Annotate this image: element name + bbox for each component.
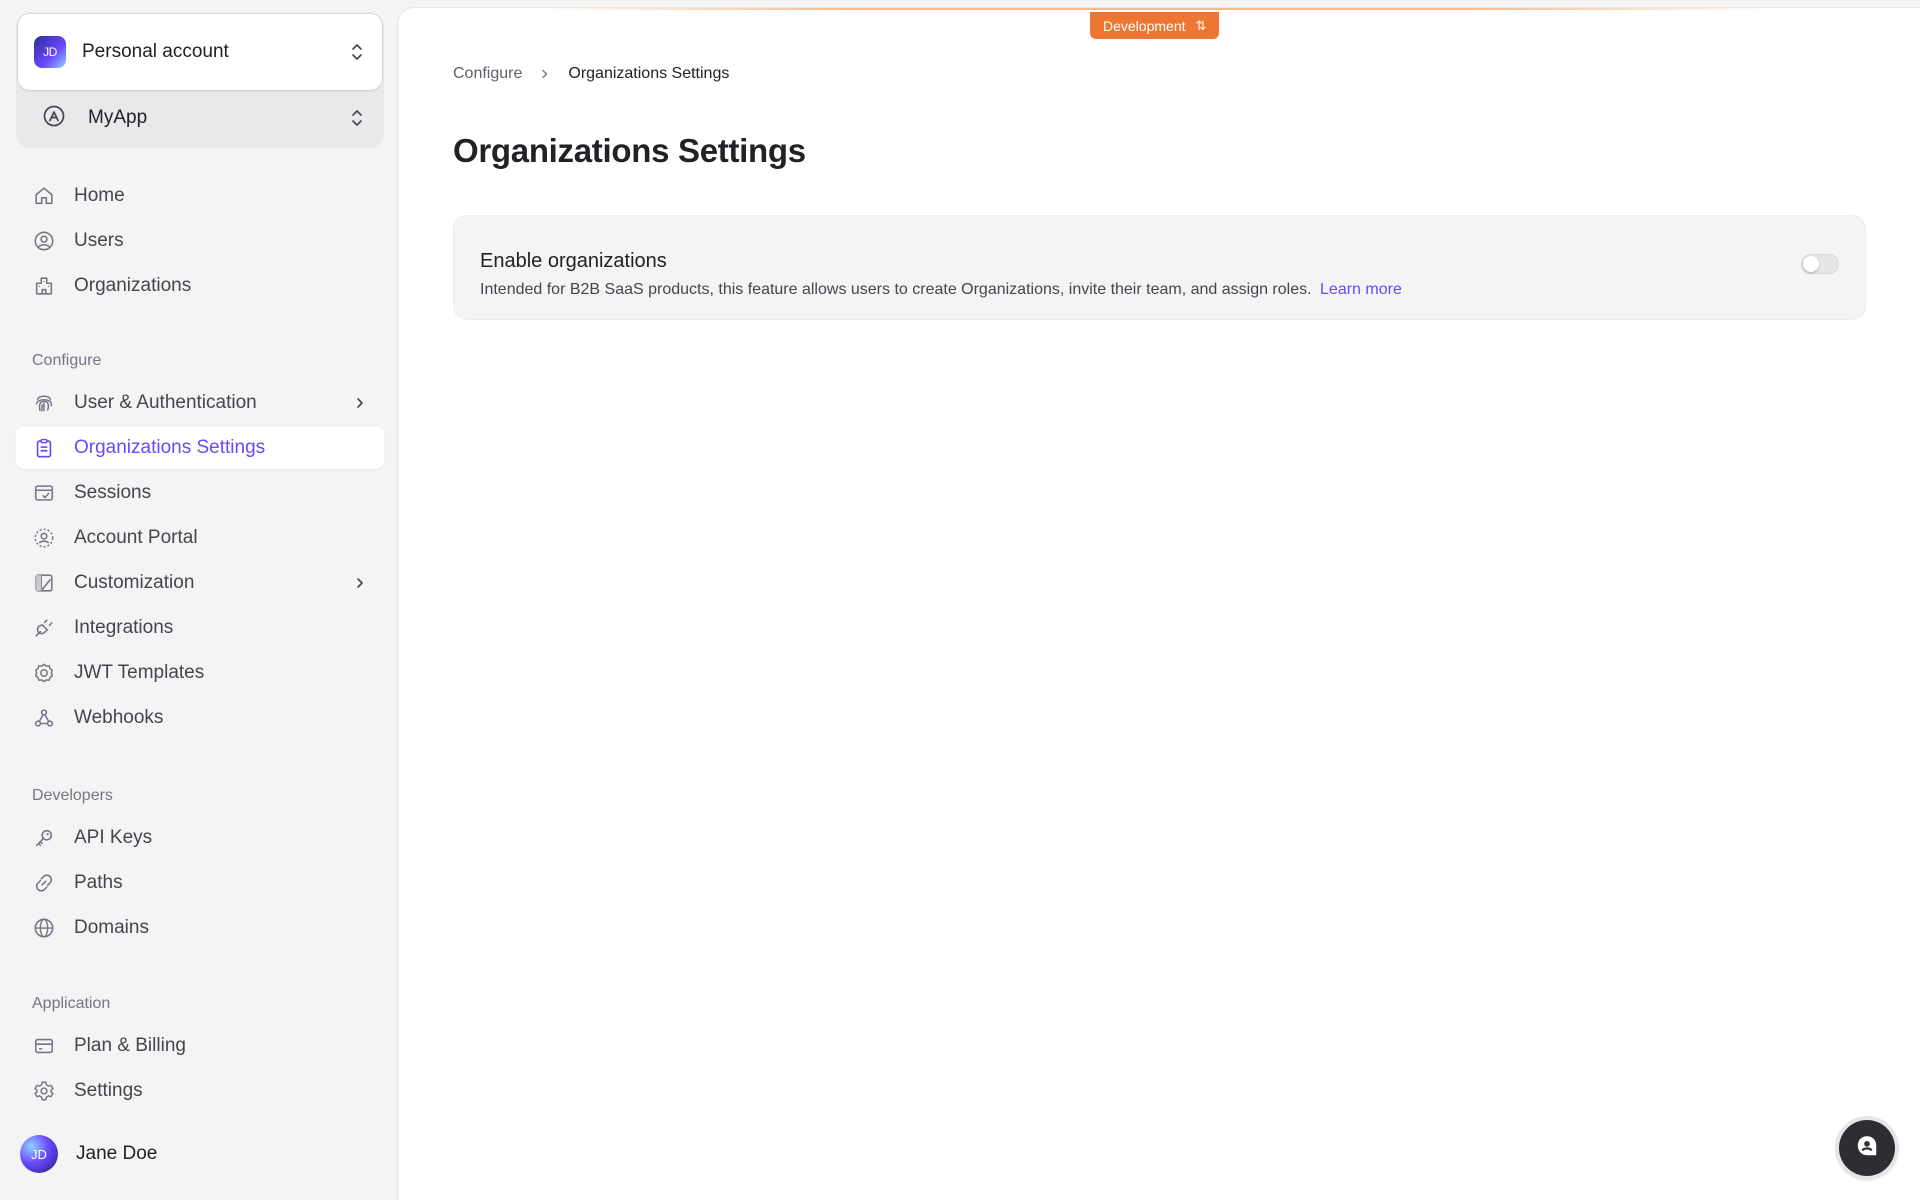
support-chat-icon (1854, 1133, 1880, 1164)
key-icon (32, 826, 56, 850)
sidebar-item-plan-billing[interactable]: Plan & Billing (16, 1025, 384, 1067)
sidebar-item-api-keys[interactable]: API Keys (16, 817, 384, 859)
avatar: JD (20, 1135, 58, 1173)
setting-card-enable-organizations: Enable organizations Intended for B2B Sa… (453, 215, 1866, 320)
plug-icon (32, 616, 56, 640)
sidebar-item-label: User & Authentication (74, 392, 257, 413)
user-menu[interactable]: JD Jane Doe (20, 1134, 157, 1174)
sidebar-item-label: Settings (74, 1080, 143, 1101)
sessions-icon (32, 481, 56, 505)
fingerprint-icon (32, 391, 56, 415)
sidebar-item-label: Webhooks (74, 707, 164, 728)
environment-badge[interactable]: Development ⇅ (1090, 12, 1220, 39)
sidebar-item-jwt-templates[interactable]: JWT Templates (16, 652, 384, 694)
sidebar-item-label: Customization (74, 572, 195, 593)
account-switcher[interactable]: JD Personal account (18, 14, 382, 90)
workspace-switcher: JD Personal account MyApp (16, 12, 384, 148)
clipboard-icon (32, 436, 56, 460)
sidebar-item-label: Plan & Billing (74, 1035, 186, 1056)
sidebar: JD Personal account MyApp Home Users Org… (0, 0, 398, 1200)
sidebar-item-label: Sessions (74, 482, 152, 503)
sidebar-item-label: Users (74, 230, 124, 251)
sidebar-item-label: Account Portal (74, 527, 198, 548)
page-title: Organizations Settings (453, 132, 806, 169)
link-icon (32, 871, 56, 895)
breadcrumb: Configure Organizations Settings (453, 65, 729, 83)
sidebar-item-customization[interactable]: Customization (16, 562, 384, 604)
sidebar-item-label: Integrations (74, 617, 174, 638)
sidebar-item-sessions[interactable]: Sessions (16, 472, 384, 514)
sidebar-item-users[interactable]: Users (16, 220, 384, 262)
sidebar-item-domains[interactable]: Domains (16, 907, 384, 949)
sidebar-item-label: Home (74, 185, 125, 206)
chevron-up-down-icon (348, 107, 366, 129)
building-icon (32, 274, 56, 298)
sidebar-item-label: Organizations Settings (74, 437, 266, 458)
environment-accent-line (538, 8, 1778, 10)
credit-card-icon (32, 1034, 56, 1058)
sidebar-item-label: JWT Templates (74, 662, 205, 683)
sidebar-item-account-portal[interactable]: Account Portal (16, 517, 384, 559)
webhooks-icon (32, 706, 56, 730)
home-icon (32, 184, 56, 208)
learn-more-link[interactable]: Learn more (1320, 281, 1402, 298)
setting-description-text: Intended for B2B SaaS products, this fea… (480, 281, 1312, 298)
account-avatar: JD (34, 36, 66, 68)
sidebar-item-label: Paths (74, 872, 123, 893)
gear-icon (32, 1079, 56, 1103)
sidebar-item-integrations[interactable]: Integrations (16, 607, 384, 649)
sidebar-item-paths[interactable]: Paths (16, 862, 384, 904)
breadcrumb-link-configure[interactable]: Configure (453, 65, 522, 83)
sidebar-item-settings[interactable]: Settings (16, 1070, 384, 1112)
chevron-right-icon (352, 575, 368, 591)
user-name: Jane Doe (76, 1143, 158, 1164)
sidebar-item-label: Domains (74, 917, 149, 938)
chevron-right-icon (352, 395, 368, 411)
swap-icon: ⇅ (1195, 17, 1207, 33)
sidebar-item-organizations-settings[interactable]: Organizations Settings (16, 427, 384, 469)
app-name: MyApp (88, 107, 148, 128)
enable-organizations-toggle[interactable] (1801, 254, 1839, 274)
chevron-right-icon (538, 67, 552, 81)
section-label-application: Application (32, 995, 111, 1012)
user-circle-icon (32, 229, 56, 253)
portal-icon (32, 526, 56, 550)
sidebar-item-organizations[interactable]: Organizations (16, 265, 384, 307)
app-switcher[interactable]: MyApp (18, 92, 382, 144)
section-label-configure: Configure (32, 352, 102, 369)
sidebar-item-user-authentication[interactable]: User & Authentication (16, 382, 384, 424)
customization-icon (32, 571, 56, 595)
sidebar-item-label: Organizations (74, 275, 192, 296)
sidebar-item-label: API Keys (74, 827, 153, 848)
toggle-knob (1803, 256, 1819, 272)
sidebar-item-webhooks[interactable]: Webhooks (16, 697, 384, 739)
main-content: Development ⇅ Configure Organizations Se… (398, 8, 1920, 1200)
breadcrumb-current: Organizations Settings (568, 65, 730, 82)
badge-icon (32, 661, 56, 685)
section-label-developers: Developers (32, 787, 113, 804)
environment-label: Development (1103, 17, 1186, 34)
sidebar-item-home[interactable]: Home (16, 175, 384, 217)
account-name: Personal account (82, 41, 229, 62)
globe-icon (32, 916, 56, 940)
app-logo-icon (42, 104, 66, 133)
setting-title: Enable organizations (480, 250, 667, 272)
chevron-up-down-icon (348, 41, 366, 63)
help-chat-button[interactable] (1839, 1120, 1895, 1176)
setting-description: Intended for B2B SaaS products, this fea… (480, 281, 1402, 299)
